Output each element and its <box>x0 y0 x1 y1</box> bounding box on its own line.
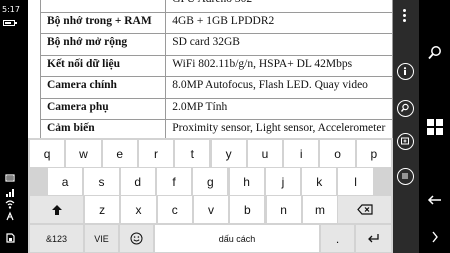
key-s[interactable]: s <box>84 168 119 195</box>
data-icon <box>4 210 16 222</box>
key-c[interactable]: c <box>157 196 192 223</box>
navigation-bar <box>419 0 450 253</box>
spec-value: 4GB + 1GB LPDDR2 <box>165 11 393 34</box>
battery-icon <box>3 20 17 26</box>
spec-label <box>39 0 167 13</box>
backspace-key[interactable] <box>338 196 391 223</box>
spec-row: Bộ nhớ trong + RAM 4GB + 1GB LPDDR2 <box>39 11 393 34</box>
enter-key[interactable] <box>356 225 391 252</box>
more-icon[interactable] <box>400 8 410 22</box>
clock: 5:17 <box>2 5 20 14</box>
chevron-right-icon[interactable] <box>426 228 444 246</box>
spec-value: SD card 32GB <box>165 33 393 56</box>
key-f[interactable]: f <box>156 168 192 195</box>
key-x[interactable]: x <box>121 196 156 223</box>
emoji-key[interactable] <box>120 225 153 252</box>
info-icon[interactable] <box>397 63 414 80</box>
key-o[interactable]: o <box>320 140 355 167</box>
spec-label: Kết nối dữ liệu <box>39 54 167 77</box>
key-u[interactable]: u <box>247 140 283 167</box>
enter-icon <box>367 233 380 244</box>
key-p[interactable]: p <box>356 140 391 167</box>
key-y[interactable]: y <box>211 140 246 167</box>
spec-row: Cảm biến Proximity sensor, Light sensor, … <box>39 119 393 138</box>
key-d[interactable]: d <box>120 168 155 195</box>
spec-value: 8.0MP Autofocus, Flash LED. Quay video <box>165 76 393 99</box>
key-e[interactable]: e <box>102 140 137 167</box>
spec-value: 2.0MP Tính <box>165 97 393 120</box>
key-v[interactable]: v <box>193 196 229 223</box>
status-bar: 5:17 <box>0 0 28 253</box>
spec-row: Camera phụ 2.0MP Tính <box>39 97 393 120</box>
spec-row: GPU Adreno 302 <box>39 0 393 13</box>
key-i[interactable]: i <box>284 140 319 167</box>
key-q[interactable]: q <box>30 140 65 167</box>
reading-mode-icon[interactable] <box>397 168 414 185</box>
message-icon <box>4 172 16 184</box>
key-n[interactable]: n <box>266 196 301 223</box>
key-a[interactable]: a <box>48 168 83 195</box>
spec-label: Camera chính <box>39 76 167 99</box>
key-j[interactable]: j <box>265 168 301 195</box>
backspace-icon <box>356 204 373 215</box>
on-screen-keyboard: qwertyuiop asdfghjkl zxcvbnm &123 VIE dấ… <box>28 138 393 253</box>
symbols-key[interactable]: &123 <box>30 225 83 252</box>
signal-icon <box>4 186 16 198</box>
sim-icon <box>4 232 16 244</box>
spec-label: Camera phụ <box>39 97 167 120</box>
key-h[interactable]: h <box>229 168 264 195</box>
spec-row: Bộ nhớ mở rộng SD card 32GB <box>39 33 393 56</box>
shift-key[interactable] <box>30 196 83 223</box>
add-tab-icon[interactable] <box>397 133 414 150</box>
period-key[interactable]: . <box>321 225 354 252</box>
key-k[interactable]: k <box>302 168 337 195</box>
key-w[interactable]: w <box>66 140 101 167</box>
spec-label: Cảm biến <box>39 119 167 138</box>
spec-value: Proximity sensor, Light sensor, Accelero… <box>165 119 393 138</box>
search-icon[interactable] <box>397 100 414 117</box>
space-key[interactable]: dấu cách <box>155 225 319 252</box>
key-b[interactable]: b <box>230 196 265 223</box>
key-z[interactable]: z <box>85 196 120 223</box>
shift-icon <box>51 204 63 216</box>
spec-row: Camera chính 8.0MP Autofocus, Flash LED. … <box>39 76 393 99</box>
emoji-icon <box>130 232 143 245</box>
windows-icon[interactable] <box>426 118 444 136</box>
web-page[interactable]: GPU Adreno 302Bộ nhớ trong + RAM4GB + 1G… <box>28 0 393 138</box>
key-g[interactable]: g <box>193 168 228 195</box>
key-m[interactable]: m <box>302 196 338 223</box>
spec-label: Bộ nhớ mở rộng <box>39 33 167 56</box>
language-key[interactable]: VIE <box>85 225 118 252</box>
spec-label: Bộ nhớ trong + RAM <box>39 11 167 34</box>
spec-table: GPU Adreno 302Bộ nhớ trong + RAM4GB + 1G… <box>39 0 393 138</box>
spec-row: Kết nối dữ liệu WiFi 802.11b/g/n, HSPA+ D… <box>39 54 393 77</box>
key-r[interactable]: r <box>138 140 174 167</box>
wifi-icon <box>4 198 16 210</box>
search-icon[interactable] <box>426 44 444 62</box>
browser-app-bar <box>393 0 419 253</box>
key-t[interactable]: t <box>175 140 210 167</box>
spec-value: WiFi 802.11b/g/n, HSPA+ DL 42Mbps <box>165 54 393 77</box>
spec-value: GPU Adreno 302 <box>165 0 393 13</box>
key-l[interactable]: l <box>338 168 373 195</box>
back-icon[interactable] <box>426 191 444 209</box>
